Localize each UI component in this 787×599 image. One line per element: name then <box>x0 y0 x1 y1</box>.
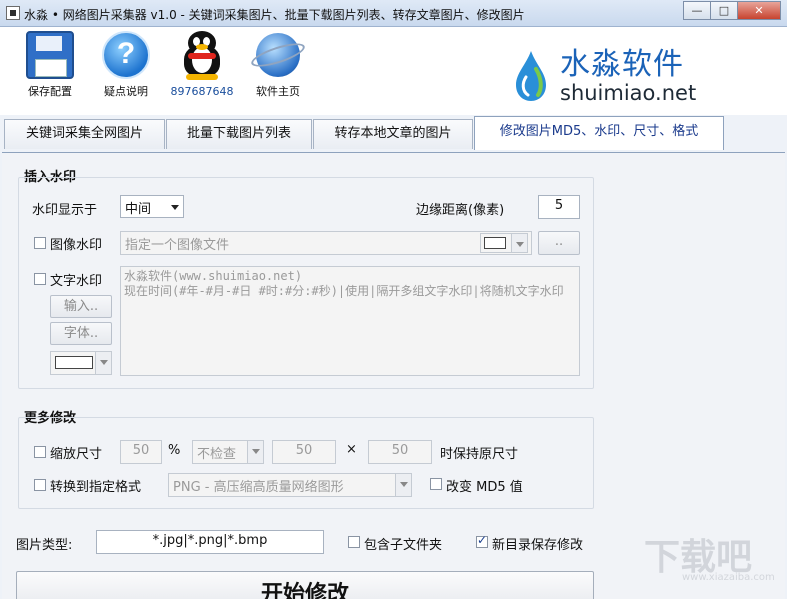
brand-name-cn: 水淼软件 <box>560 47 684 82</box>
homepage-label: 软件主页 <box>256 85 300 98</box>
position-label: 水印显示于 <box>32 203 98 218</box>
text-watermark-checkbox[interactable] <box>34 273 46 285</box>
save-config-button[interactable]: 保存配置 <box>22 31 78 99</box>
percent-sign: % <box>168 443 181 458</box>
globe-icon <box>248 31 308 79</box>
maximize-button[interactable]: □ <box>710 1 738 20</box>
image-watermark-checkbox[interactable] <box>34 237 46 249</box>
water-drop-icon <box>516 51 546 101</box>
toolbar: 保存配置 ? 疑点说明 897687648 软件主页 水淼软件 shuimiao… <box>0 27 787 115</box>
site-watermark-url: www.xiazaiba.com <box>682 572 775 583</box>
chevron-down-icon <box>395 474 411 496</box>
close-button[interactable]: ✕ <box>737 1 781 20</box>
site-watermark: 下载吧 www.xiazaiba.com <box>640 528 785 588</box>
tab-bar: 关键词采集全网图片 批量下载图片列表 转存本地文章的图片 修改图片MD5、水印、… <box>0 115 787 153</box>
title-bar: 水淼 • 网络图片采集器 v1.0 - 关键词采集图片、批量下载图片列表、转存文… <box>0 0 787 27</box>
format-value: PNG - 高压缩高质量网络图形 <box>173 480 344 495</box>
floppy-disk-icon <box>26 31 74 79</box>
height-input[interactable]: 50 <box>368 440 432 464</box>
convert-format-checkbox[interactable] <box>34 479 46 491</box>
color-swatch <box>55 356 93 369</box>
qq-button[interactable]: 897687648 <box>170 31 234 98</box>
tab-local-article[interactable]: 转存本地文章的图片 <box>313 119 473 149</box>
save-config-label: 保存配置 <box>28 85 72 98</box>
window-controls: — □ ✕ <box>683 1 781 20</box>
text-watermark-textarea[interactable]: 水淼软件(www.shuimiao.net) 现在时间(#年-#月-#日 #时:… <box>120 266 580 376</box>
tab-batch-download[interactable]: 批量下载图片列表 <box>166 119 312 149</box>
tab-modify-images[interactable]: 修改图片MD5、水印、尺寸、格式 <box>474 116 724 150</box>
resize-percent-input[interactable]: 50 <box>120 440 162 464</box>
check-mode-select[interactable]: 不检查 <box>192 440 264 464</box>
qq-penguin-icon <box>182 31 222 81</box>
convert-format-label: 转换到指定格式 <box>50 480 142 495</box>
image-color-select[interactable] <box>480 233 528 253</box>
chevron-down-icon <box>511 234 527 252</box>
image-file-placeholder: 指定一个图像文件 <box>125 238 230 253</box>
chevron-down-icon <box>171 205 179 210</box>
width-input[interactable]: 50 <box>272 440 336 464</box>
app-icon <box>6 6 20 20</box>
tab-keyword-collect[interactable]: 关键词采集全网图片 <box>4 119 165 149</box>
change-md5-label: 改变 MD5 值 <box>446 480 523 495</box>
margin-input[interactable]: 5 <box>538 195 580 219</box>
help-label: 疑点说明 <box>104 85 148 98</box>
qq-number-label: 897687648 <box>170 85 234 98</box>
help-button[interactable]: ? 疑点说明 <box>96 31 156 99</box>
start-modify-button[interactable]: 开始修改 <box>16 571 594 599</box>
chevron-down-icon <box>95 352 111 374</box>
homepage-button[interactable]: 软件主页 <box>248 31 308 99</box>
color-swatch <box>484 237 506 249</box>
format-select[interactable]: PNG - 高压缩高质量网络图形 <box>168 473 412 497</box>
resize-label: 缩放尺寸 <box>50 447 103 462</box>
new-dir-save-checkbox[interactable] <box>476 533 488 548</box>
brand-name-en: shuimiao.net <box>560 81 697 105</box>
brand-logo: 水淼软件 shuimiao.net <box>510 33 710 109</box>
include-subfolder-label: 包含子文件夹 <box>364 538 443 553</box>
position-select[interactable]: 中间 <box>120 195 184 218</box>
position-value: 中间 <box>125 202 152 217</box>
margin-label: 边缘距离(像素) <box>416 203 505 218</box>
image-type-label: 图片类型: <box>16 538 73 553</box>
font-button[interactable]: 字体.. <box>50 322 112 345</box>
times-sign: × <box>346 442 357 457</box>
change-md5-checkbox[interactable] <box>430 478 442 490</box>
text-watermark-label: 文字水印 <box>50 274 103 289</box>
resize-checkbox[interactable] <box>34 446 46 458</box>
question-mark-icon: ? <box>102 31 150 79</box>
minimize-button[interactable]: — <box>683 1 711 20</box>
image-file-input[interactable]: 指定一个图像文件 <box>120 231 532 255</box>
image-type-input[interactable]: *.jpg|*.png|*.bmp <box>96 530 324 554</box>
new-dir-save-label: 新目录保存修改 <box>492 538 584 553</box>
check-mode-value: 不检查 <box>197 447 237 462</box>
keep-original-label: 时保持原尺寸 <box>440 447 519 462</box>
include-subfolder-checkbox[interactable] <box>348 536 360 548</box>
text-color-select[interactable] <box>50 351 112 375</box>
chevron-down-icon <box>247 441 263 463</box>
image-watermark-label: 图像水印 <box>50 238 103 253</box>
input-text-button[interactable]: 输入.. <box>50 295 112 318</box>
browse-image-button[interactable]: .. <box>538 231 580 255</box>
window-title: 水淼 • 网络图片采集器 v1.0 - 关键词采集图片、批量下载图片列表、转存文… <box>24 8 525 22</box>
